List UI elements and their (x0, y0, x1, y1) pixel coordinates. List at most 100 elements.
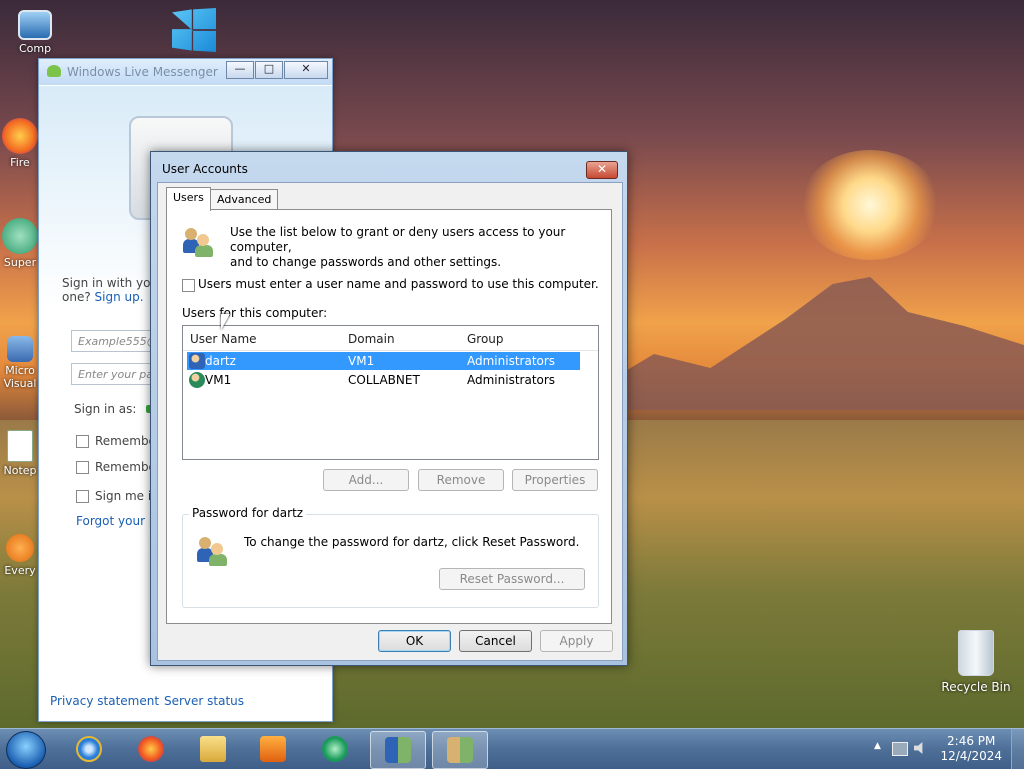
intro-line-1: Use the list below to grant or deny user… (230, 225, 566, 254)
password-description: To change the password for dartz, click … (244, 535, 580, 549)
tab-users[interactable]: Users (166, 187, 211, 211)
apply-button[interactable]: Apply (540, 630, 613, 652)
remember-me-checkbox[interactable] (76, 435, 89, 448)
cancel-button[interactable]: Cancel (459, 630, 532, 652)
properties-button[interactable]: Properties (512, 469, 598, 491)
table-row[interactable]: VM1 COLLABNET Administrators (187, 371, 580, 389)
taskbar-file-explorer[interactable] (186, 731, 240, 767)
network-icon[interactable] (892, 742, 908, 756)
must-enter-password-checkbox[interactable] (182, 279, 195, 292)
internet-explorer-icon (76, 736, 102, 762)
wallpaper-sun (800, 150, 940, 260)
password-group: Password for dartz To change the passwor… (182, 506, 599, 608)
clock-time: 2:46 PM (947, 734, 996, 748)
privacy-statement-link[interactable]: Privacy statement (50, 694, 159, 708)
user-accounts-dialog: User Accounts ✕ Users Advanced Use the l… (150, 151, 628, 666)
taskbar-users[interactable] (370, 731, 426, 769)
remove-user-button[interactable]: Remove (418, 469, 504, 491)
show-desktop-button[interactable] (1011, 729, 1024, 769)
remember-me-checkbox-row[interactable]: Remember (76, 434, 161, 448)
desktop-icon-visual-studio[interactable]: Micro Visual (0, 336, 40, 390)
clock-date: 12/4/2024 (940, 749, 1002, 763)
search-icon (6, 534, 34, 562)
system-tray: ▲ 2:46 PM 12/4/2024 (864, 729, 1024, 769)
column-header-group[interactable]: Group (467, 332, 504, 346)
firefox-icon (138, 736, 164, 762)
sign-in-as-label: Sign in as: (74, 402, 137, 416)
minimize-button[interactable]: — (226, 61, 254, 79)
file-explorer-icon (200, 736, 226, 762)
taskbar-media-player[interactable] (246, 731, 300, 767)
visual-studio-icon (7, 336, 33, 362)
password-group-title: Password for dartz (189, 506, 307, 520)
user-key-icon (197, 535, 229, 566)
cell-group: Administrators (467, 354, 556, 368)
intro-text: Use the list below to grant or deny user… (230, 225, 611, 270)
cell-domain: COLLABNET (348, 373, 420, 387)
table-row[interactable]: dartz VM1 Administrators (187, 352, 580, 370)
must-enter-password-label[interactable]: Users must enter a user name and passwor… (198, 277, 599, 291)
desktop-icon-label: Fire (10, 156, 30, 169)
sign-me-in-checkbox-row[interactable]: Sign me in (76, 489, 159, 503)
desktop-icon-firefox[interactable]: Fire (0, 118, 40, 169)
recycle-bin-icon (958, 630, 994, 676)
user-accounts-icon (447, 737, 473, 763)
clock[interactable]: 2:46 PM 12/4/2024 (940, 734, 1002, 764)
users-tab-panel: Use the list below to grant or deny user… (166, 209, 612, 624)
wallpaper-mountain (560, 277, 1024, 410)
remember-password-checkbox-row[interactable]: Remember (76, 460, 161, 474)
taskbar-user-accounts[interactable] (432, 731, 488, 769)
maximize-button[interactable]: □ (255, 61, 283, 79)
desktop-icon-everything[interactable]: Every (0, 534, 40, 577)
dialog-title: User Accounts (162, 162, 248, 176)
users-icon (385, 737, 411, 763)
sign-in-prompt-line2: one? (62, 290, 91, 304)
show-hidden-icons-button[interactable]: ▲ (874, 741, 881, 751)
cell-user-name: dartz (205, 354, 236, 368)
user-icon (189, 353, 205, 369)
tab-advanced[interactable]: Advanced (210, 189, 279, 210)
computer-icon (18, 10, 52, 40)
desktop-icon-superfetch[interactable]: Super (0, 218, 40, 269)
remember-password-checkbox[interactable] (76, 461, 89, 474)
users-icon (183, 226, 215, 257)
server-status-link[interactable]: Server status (164, 694, 244, 708)
taskbar-firefox[interactable] (124, 731, 178, 767)
desktop-icon-notepad[interactable]: Notep (0, 430, 40, 477)
taskbar-windows-live-messenger[interactable] (308, 731, 362, 767)
domain-user-icon (189, 372, 205, 388)
windows-live-messenger-icon (322, 736, 348, 762)
taskbar-internet-explorer[interactable] (62, 731, 116, 767)
sign-up-link[interactable]: Sign up. (95, 290, 144, 304)
desktop-icon-label: Micro Visual (3, 364, 37, 390)
forgot-password-link[interactable]: Forgot your p (76, 514, 156, 528)
notepad-icon (7, 430, 33, 462)
media-player-icon (260, 736, 286, 762)
ok-button[interactable]: OK (378, 630, 451, 652)
close-button[interactable]: ✕ (284, 61, 328, 79)
add-user-button[interactable]: Add... (323, 469, 409, 491)
users-for-label: Users for this computer: (182, 306, 328, 320)
list-header: User Name Domain Group (183, 326, 598, 351)
messenger-buddy-icon (47, 65, 61, 77)
reset-password-button[interactable]: Reset Password... (439, 568, 585, 590)
desktop-icon-label: Every (4, 564, 36, 577)
desktop-icon-label: Super (3, 256, 37, 269)
messenger-titlebar[interactable]: Windows Live Messenger — □ ✕ (39, 59, 332, 85)
mouse-cursor-icon (221, 314, 230, 330)
column-header-user-name[interactable]: User Name (190, 332, 257, 346)
dialog-titlebar[interactable]: User Accounts ✕ (151, 152, 627, 182)
sign-in-prompt: Sign in with your (62, 276, 163, 290)
close-button[interactable]: ✕ (586, 161, 618, 179)
firefox-icon (2, 118, 38, 154)
cell-domain: VM1 (348, 354, 375, 368)
desktop-icon-recycle-bin[interactable]: Recycle Bin (940, 630, 1012, 694)
cell-group: Administrators (467, 373, 556, 387)
users-list[interactable]: User Name Domain Group dartz VM1 Adminis… (182, 325, 599, 460)
start-button[interactable] (6, 731, 46, 769)
messenger-title: Windows Live Messenger (67, 65, 218, 79)
volume-muted-icon[interactable] (914, 742, 923, 754)
desktop-icon-computer[interactable]: Comp (5, 10, 65, 55)
sign-me-in-checkbox[interactable] (76, 490, 89, 503)
column-header-domain[interactable]: Domain (348, 332, 395, 346)
